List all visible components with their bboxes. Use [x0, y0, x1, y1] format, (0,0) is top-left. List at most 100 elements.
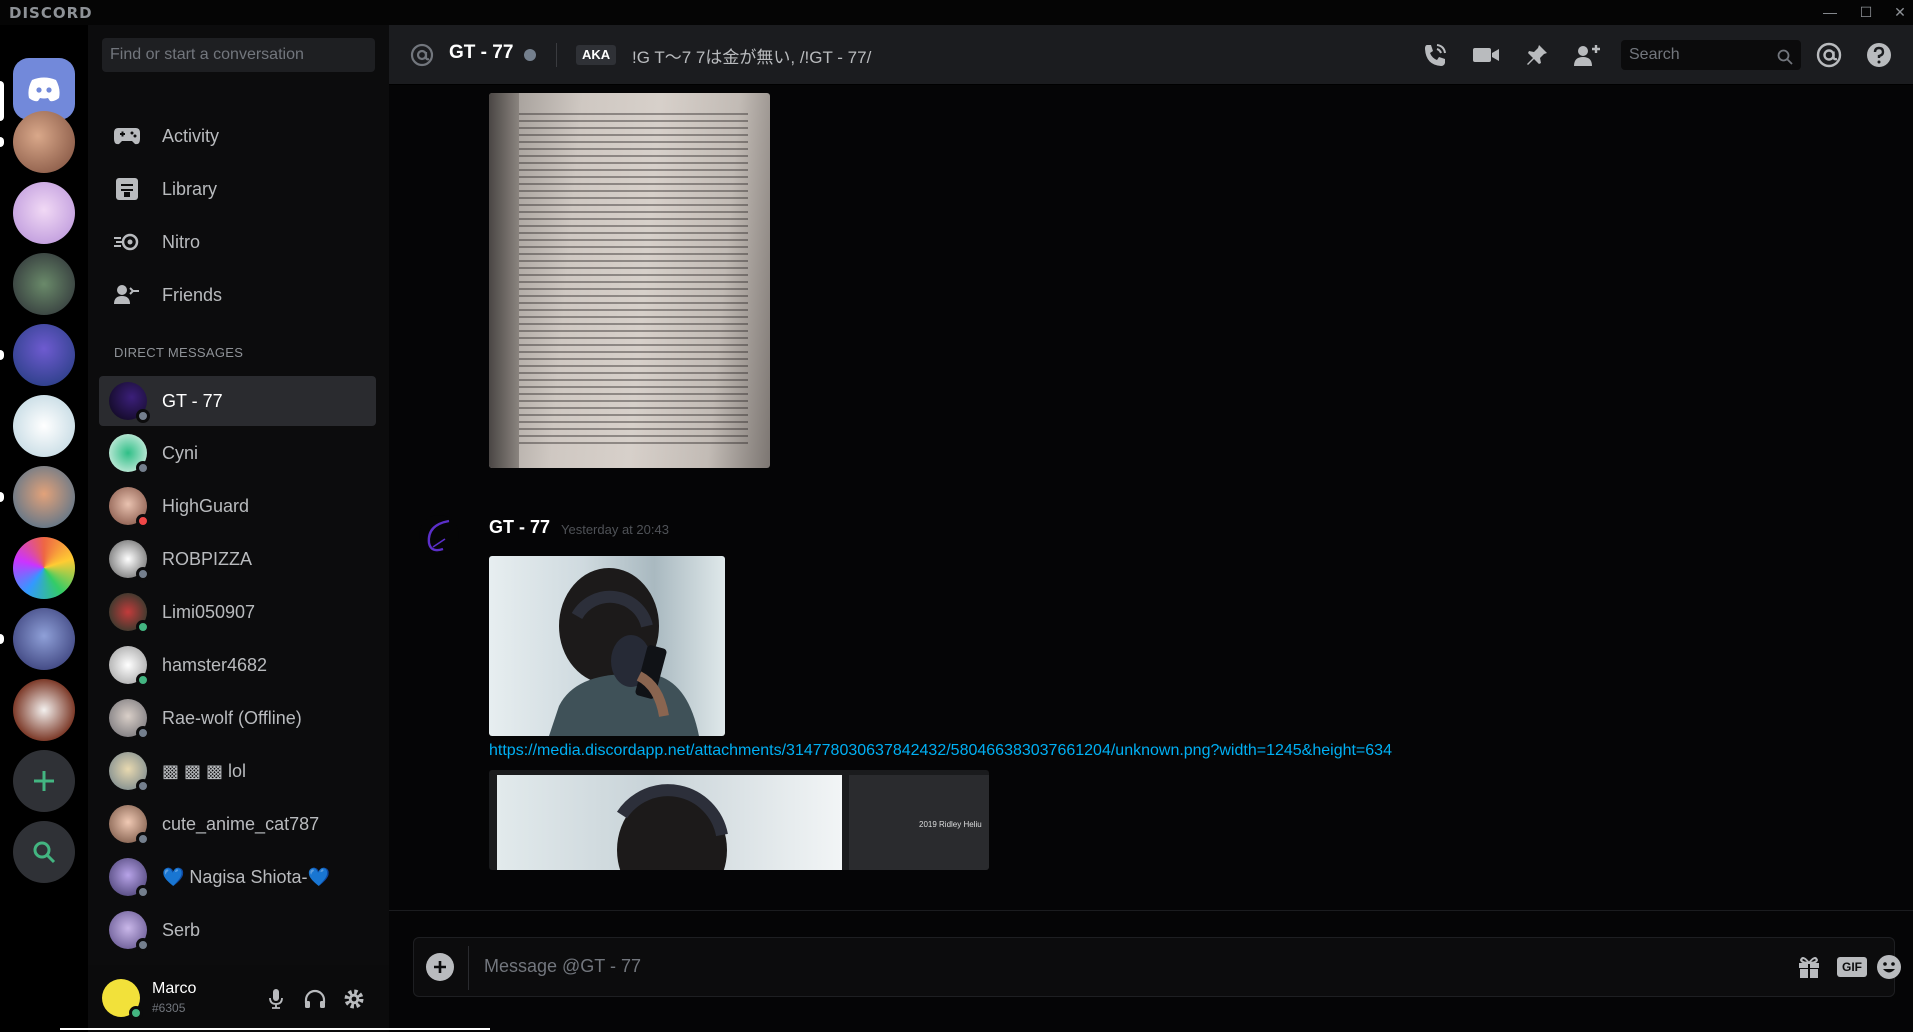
direct-messages-header: DIRECT MESSAGES: [114, 345, 244, 360]
upload-button[interactable]: [426, 953, 454, 981]
dm-sidebar: Find or start a conversation Activity Li…: [88, 25, 389, 1032]
message-composer[interactable]: Message @GT - 77 GIF: [413, 937, 1901, 997]
gift-icon: [1799, 957, 1819, 978]
avatar: [109, 382, 150, 423]
user-panel: Marco #6305: [88, 965, 389, 1032]
nitro-icon: [114, 233, 139, 251]
status-indicator: [136, 673, 150, 687]
aka-badge: AKA: [576, 45, 617, 65]
status-indicator: [136, 514, 150, 528]
server-icon[interactable]: [13, 395, 75, 457]
link-embed-image[interactable]: 2019 Ridley Heliu: [489, 770, 989, 870]
server-icon[interactable]: [13, 679, 75, 741]
aka-names: !G T～7 7は金が無い, /!GT - 77/: [632, 48, 872, 67]
status-indicator: [136, 885, 150, 899]
help-button[interactable]: [1863, 40, 1895, 70]
server-icon[interactable]: [13, 537, 75, 599]
status-indicator: [136, 461, 150, 475]
headphones-icon: [304, 989, 326, 1008]
server-list: [0, 25, 88, 1032]
dm-item-lol[interactable]: ▩ ▩ ▩ lol: [99, 746, 376, 796]
channel-header: GT - 77 AKA !G T～7 7は金が無い, /!GT - 77/ Se…: [389, 25, 1913, 85]
message-link[interactable]: https://media.discordapp.net/attachments…: [489, 742, 1392, 760]
message-avatar[interactable]: [419, 515, 459, 555]
nav-library[interactable]: Library: [102, 167, 375, 211]
channel-name: GT - 77: [449, 42, 514, 63]
video-camera-icon: [1473, 48, 1499, 62]
add-server-button[interactable]: [13, 750, 75, 812]
server-icon[interactable]: [13, 608, 75, 670]
user-avatar[interactable]: [102, 979, 143, 1020]
embed-caption: 2019 Ridley Heliu: [919, 820, 982, 829]
user-tag: #6305: [152, 1001, 186, 1015]
gamepad-icon: [114, 128, 140, 145]
search-icon: [1777, 46, 1793, 76]
discord-logo-icon: [28, 77, 60, 102]
status-indicator: [524, 49, 536, 61]
mute-button[interactable]: [262, 985, 290, 1013]
at-icon: [1816, 42, 1842, 68]
server-icon[interactable]: [13, 111, 75, 173]
unread-indicator: [0, 634, 4, 644]
status-indicator: [136, 567, 150, 581]
status-indicator: [136, 779, 150, 793]
message-input[interactable]: Message @GT - 77: [484, 956, 641, 977]
server-icon[interactable]: [13, 466, 75, 528]
dm-item-hamster4682[interactable]: hamster4682: [99, 640, 376, 690]
dm-item-gt-77[interactable]: GT - 77: [99, 376, 376, 426]
message-author[interactable]: GT - 77: [489, 517, 550, 538]
avatar: [109, 911, 150, 952]
message-list[interactable]: GT - 77 Yesterday at 20:43 https://media…: [389, 85, 1913, 910]
title-bar: DISCORD — ☐ ✕: [0, 0, 1913, 25]
avatar: [109, 593, 150, 634]
dm-item-cyni[interactable]: Cyni: [99, 428, 376, 478]
dm-item-cute-anime-cat787[interactable]: cute_anime_cat787: [99, 799, 376, 849]
search-icon: [33, 841, 56, 864]
message-timestamp: Yesterday at 20:43: [561, 522, 669, 537]
avatar: [109, 699, 150, 740]
gif-picker-button[interactable]: GIF: [1834, 952, 1870, 982]
search-input[interactable]: Search: [1621, 40, 1801, 70]
nav-friends[interactable]: Friends: [102, 273, 375, 317]
server-icon[interactable]: [13, 253, 75, 315]
send-gift-button[interactable]: [1794, 952, 1824, 982]
nav-nitro[interactable]: Nitro: [102, 220, 375, 264]
explore-servers-button[interactable]: [13, 821, 75, 883]
start-voice-call-button[interactable]: [1419, 40, 1451, 70]
mentions-button[interactable]: [1813, 40, 1845, 70]
deafen-button[interactable]: [301, 985, 329, 1013]
attachment-image-book-page[interactable]: [489, 93, 770, 468]
dm-item-rae-wolf[interactable]: Rae-wolf (Offline): [99, 693, 376, 743]
at-icon: [409, 42, 435, 73]
status-indicator: [136, 938, 150, 952]
find-conversation-button[interactable]: Find or start a conversation: [102, 38, 375, 72]
minimize-button[interactable]: —: [1815, 2, 1845, 22]
avatar: [109, 805, 150, 846]
dm-item-highguard[interactable]: HighGuard: [99, 481, 376, 531]
user-settings-button[interactable]: [340, 985, 368, 1013]
discord-wordmark: DISCORD: [9, 4, 93, 22]
start-video-call-button[interactable]: [1470, 40, 1502, 70]
close-window-button[interactable]: ✕: [1885, 2, 1913, 22]
book-spine: [489, 93, 519, 468]
server-icon[interactable]: [13, 324, 75, 386]
emoji-picker-button[interactable]: [1874, 952, 1904, 982]
server-icon[interactable]: [13, 182, 75, 244]
dm-item-robpizza[interactable]: ROBPIZZA: [99, 534, 376, 584]
dm-item-limi050907[interactable]: Limi050907: [99, 587, 376, 637]
composer-area: Message @GT - 77 GIF: [389, 910, 1913, 1032]
unread-indicator: [0, 492, 4, 502]
maximize-button[interactable]: ☐: [1851, 2, 1881, 22]
username: Marco: [152, 980, 197, 997]
phone-call-icon: [1425, 44, 1446, 66]
dm-item-serb[interactable]: Serb: [99, 905, 376, 955]
pinned-messages-button[interactable]: [1521, 40, 1553, 70]
avatar: [109, 858, 150, 899]
nav-activity[interactable]: Activity: [102, 114, 375, 158]
avatar: [109, 646, 150, 687]
book-text-lines: [519, 113, 748, 448]
status-indicator: [136, 409, 150, 423]
add-friends-to-dm-button[interactable]: [1571, 40, 1603, 70]
dm-item-nagisa-shiota[interactable]: 💙 Nagisa Shiota-💙: [99, 852, 376, 902]
attachment-image-headphones[interactable]: [489, 556, 725, 736]
